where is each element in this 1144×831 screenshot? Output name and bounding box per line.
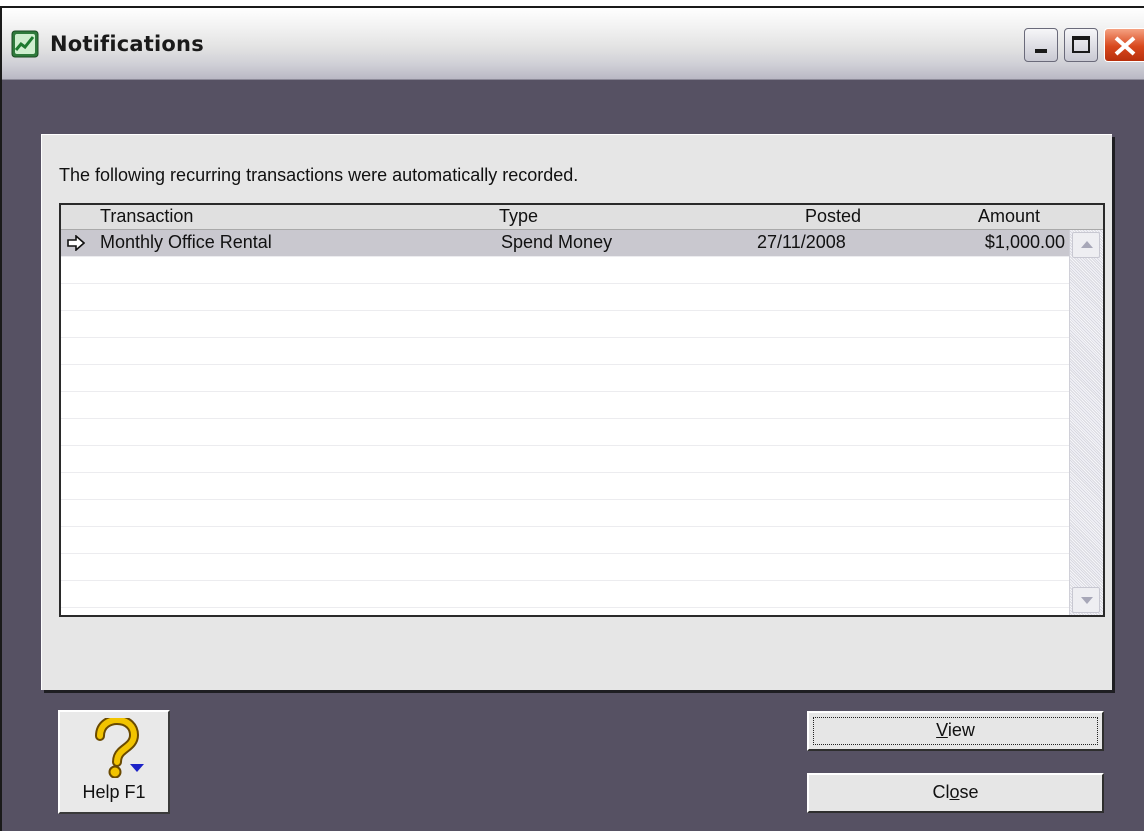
scroll-up-button[interactable] bbox=[1072, 232, 1100, 258]
maximize-button[interactable] bbox=[1064, 28, 1098, 62]
chart-window-icon bbox=[11, 30, 39, 58]
close-window-button[interactable] bbox=[1104, 28, 1144, 62]
column-header-type[interactable]: Type bbox=[499, 206, 538, 227]
title-bar[interactable]: Notifications bbox=[2, 8, 1144, 80]
close-icon bbox=[1114, 36, 1136, 56]
help-button-label: Help F1 bbox=[82, 782, 146, 802]
window-title: Notifications bbox=[50, 32, 204, 56]
notifications-window: Notifications The following recurring tr… bbox=[0, 6, 1144, 831]
column-header-transaction[interactable]: Transaction bbox=[100, 206, 193, 227]
cell-amount: $1,000.00 bbox=[984, 232, 1065, 252]
table-row[interactable]: Monthly Office Rental Spend Money 27/11/… bbox=[61, 230, 1071, 256]
notification-message: The following recurring transactions wer… bbox=[59, 165, 579, 185]
list-header: Transaction Type Posted Amount bbox=[61, 205, 1103, 230]
notification-panel: The following recurring transactions wer… bbox=[41, 134, 1112, 690]
column-header-amount[interactable]: Amount bbox=[978, 206, 1040, 227]
list-rows: Monthly Office Rental Spend Money 27/11/… bbox=[61, 230, 1071, 615]
help-button[interactable]: Help F1 bbox=[58, 710, 170, 814]
scroll-down-button[interactable] bbox=[1072, 587, 1100, 613]
chevron-up-icon bbox=[1081, 241, 1093, 248]
close-button-label: Close bbox=[932, 782, 979, 802]
minimize-button[interactable] bbox=[1024, 28, 1058, 62]
cell-posted: 27/11/2008 bbox=[757, 232, 846, 252]
view-button-label: View bbox=[936, 720, 975, 740]
view-button[interactable]: View bbox=[807, 711, 1104, 751]
transactions-list[interactable]: Transaction Type Posted Amount Monthly O… bbox=[59, 203, 1105, 617]
vertical-scrollbar[interactable] bbox=[1069, 230, 1103, 615]
cell-transaction: Monthly Office Rental bbox=[100, 232, 272, 252]
cell-type: Spend Money bbox=[501, 232, 613, 252]
chevron-down-icon bbox=[1081, 597, 1093, 604]
minimize-icon bbox=[1035, 49, 1047, 53]
question-mark-icon bbox=[95, 718, 144, 778]
maximize-icon bbox=[1072, 36, 1090, 53]
close-button[interactable]: Close bbox=[807, 773, 1104, 813]
arrow-right-icon bbox=[67, 235, 85, 251]
column-header-posted[interactable]: Posted bbox=[805, 206, 861, 227]
